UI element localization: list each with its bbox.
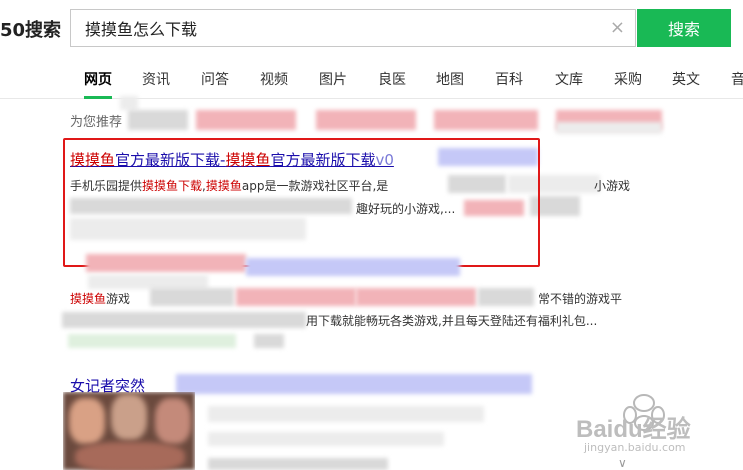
snippet-blurred	[70, 218, 306, 240]
tab-english[interactable]: 英文	[672, 69, 700, 89]
result-thumbnail[interactable]	[63, 392, 195, 470]
title-blurred	[86, 254, 246, 272]
tab-web[interactable]: 网页	[84, 69, 112, 99]
title-blurred	[88, 275, 208, 289]
snippet-blurred	[208, 458, 388, 470]
snippet-blurred	[478, 288, 534, 306]
result-title[interactable]: 摸摸鱼官方最新版下载-摸摸鱼官方最新版下载v0	[70, 149, 394, 170]
chevron-down-icon[interactable]: ∨	[618, 456, 627, 470]
snippet-text: 趣好玩的小游戏,...	[356, 202, 456, 216]
snippet-blurred	[448, 175, 506, 193]
snippet-text: 常不错的游戏平	[538, 292, 623, 306]
tab-health[interactable]: 良医	[378, 69, 406, 89]
snippet-text: 小游戏	[594, 179, 631, 193]
snippet-blurred	[208, 406, 484, 422]
tab-library[interactable]: 文库	[555, 69, 583, 89]
title-text: v0	[375, 151, 394, 169]
title-highlight: 摸摸鱼	[225, 151, 271, 169]
watermark-brand: Baidu经验	[576, 416, 691, 443]
tab-images[interactable]: 图片	[319, 69, 347, 89]
title-blurred	[246, 258, 460, 276]
result2-title[interactable]: 摸摸鱼游戏	[70, 290, 130, 307]
watermark-url: jingyan.baidu.com	[584, 441, 686, 454]
search-input[interactable]	[71, 10, 605, 46]
snippet-text: 游戏	[106, 292, 131, 306]
category-tabs: 网页 资讯 问答 视频 图片 良医 地图 百科 文库 采购 英文 音	[0, 60, 743, 99]
url-blurred	[68, 334, 236, 348]
snippet-text: app是一款游戏社区平台,是	[241, 179, 389, 193]
search-box[interactable]: ×	[70, 9, 636, 47]
snippet-blurred	[208, 432, 444, 446]
title-text: 官方最新版下载-	[115, 151, 226, 169]
search-button[interactable]: 搜索	[637, 9, 731, 47]
snippet-blurred	[464, 200, 524, 216]
title-highlight: 摸摸鱼	[70, 151, 116, 169]
tab-qa[interactable]: 问答	[201, 69, 229, 89]
snippet-blurred	[150, 288, 234, 306]
title-blurred	[438, 148, 538, 166]
tab-video[interactable]: 视频	[260, 69, 288, 89]
baidu-jingyan-watermark: Baidu经验 jingyan.baidu.com	[574, 385, 743, 465]
snippet-highlight: 摸摸鱼下载	[142, 179, 203, 193]
snippet-text: 手机乐园提供	[70, 179, 143, 193]
snippet-blurred	[62, 312, 306, 328]
title-blurred	[176, 374, 532, 394]
snippet-blurred	[530, 196, 580, 216]
snippet-text: 用下载就能畅玩各类游戏,并且每天登陆还有福利礼包...	[306, 314, 598, 328]
snippet-blurred	[356, 288, 476, 306]
tab-news[interactable]: 资讯	[142, 69, 170, 89]
tab-maps[interactable]: 地图	[436, 69, 464, 89]
title-text: 官方最新版下载	[270, 151, 376, 169]
site-logo[interactable]: 50搜索	[0, 16, 61, 42]
tab-music[interactable]: 音	[731, 69, 743, 89]
clear-icon[interactable]: ×	[610, 17, 625, 38]
snippet-highlight: 摸摸鱼	[205, 179, 242, 193]
snippet-blurred	[236, 288, 356, 306]
snippet-blurred	[70, 198, 352, 214]
url-blurred	[254, 334, 284, 348]
tab-procurement[interactable]: 采购	[614, 69, 642, 89]
result-snippet: 手机乐园提供摸摸鱼下载,摸摸鱼app是一款游戏社区平台,是	[70, 177, 388, 194]
snippet-blurred	[508, 175, 600, 193]
tab-encyclopedia[interactable]: 百科	[495, 69, 523, 89]
recommend-label: 为您推荐	[70, 115, 123, 130]
snippet-highlight: 摸摸鱼	[70, 292, 107, 306]
